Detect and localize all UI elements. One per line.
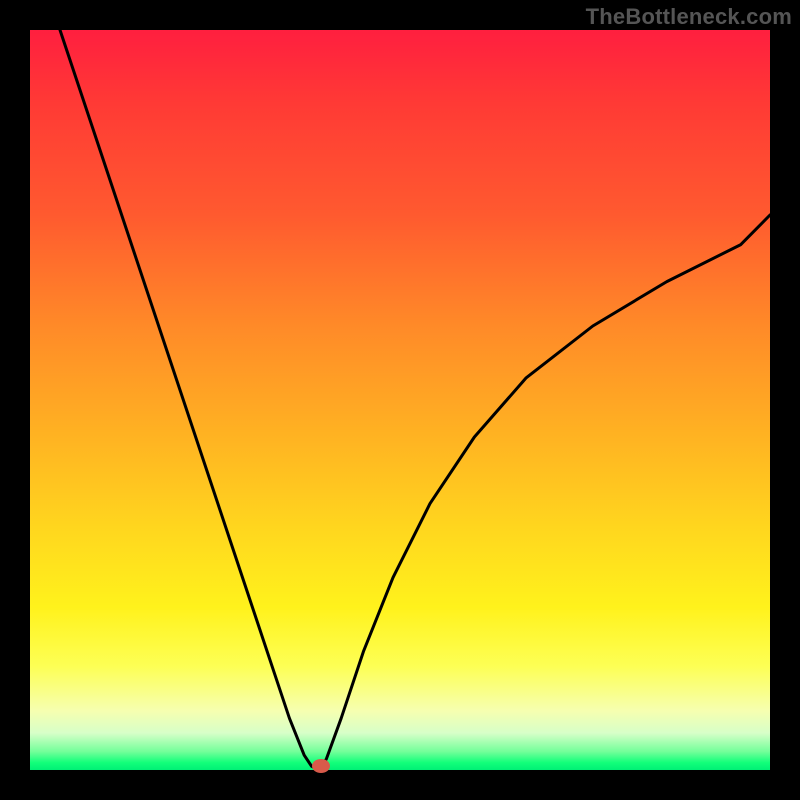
- min-marker: [312, 759, 330, 773]
- bottleneck-curve: [60, 30, 770, 770]
- chart-frame: TheBottleneck.com: [0, 0, 800, 800]
- watermark-text: TheBottleneck.com: [586, 4, 792, 30]
- plot-area: [30, 30, 770, 770]
- curve-svg: [30, 30, 770, 770]
